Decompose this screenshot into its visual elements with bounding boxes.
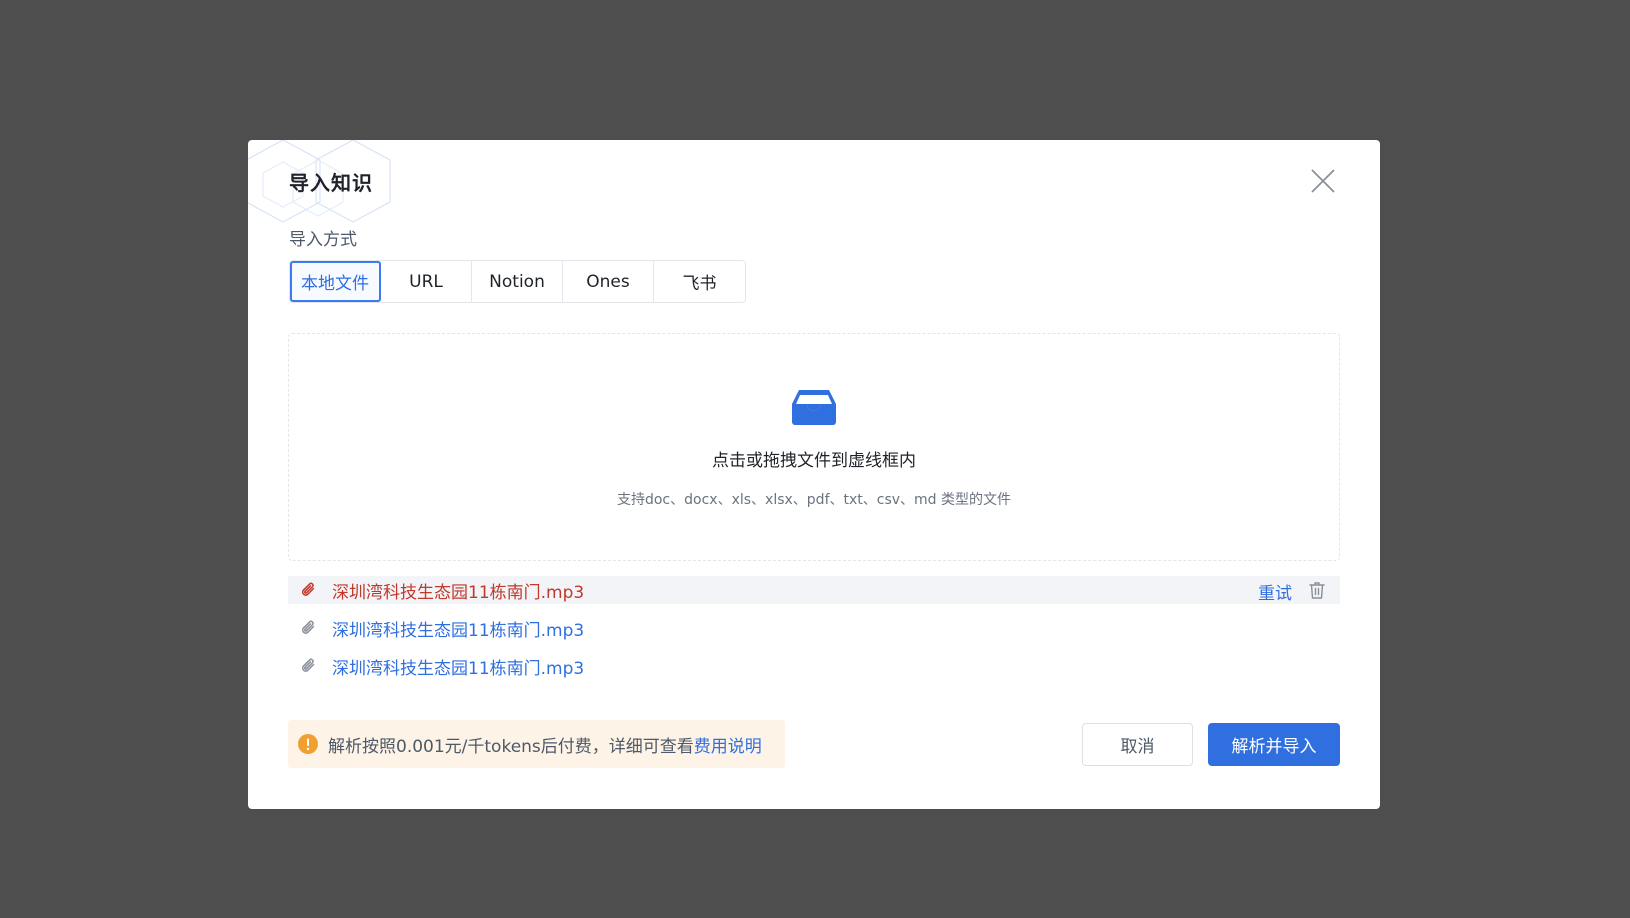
dialog-title: 导入知识	[289, 171, 373, 195]
import-method-label: 导入方式	[289, 230, 357, 250]
paperclip-icon	[301, 620, 315, 634]
dropzone-supported-types: 支持doc、docx、xls、xlsx、pdf、txt、csv、md 类型的文件	[616, 492, 1012, 508]
file-name[interactable]: 深圳湾科技生态园11栋南门.mp3	[332, 616, 584, 641]
tab-ones[interactable]: Ones	[563, 261, 654, 302]
retry-button[interactable]: 重试	[1258, 579, 1292, 604]
tab-feishu[interactable]: 飞书	[654, 261, 745, 302]
cancel-button[interactable]: 取消	[1082, 723, 1193, 766]
pricing-link[interactable]: 费用说明	[694, 732, 762, 757]
import-knowledge-dialog: 导入知识 导入方式 本地文件 URL Notion Ones 飞书 点击或拖拽文…	[248, 140, 1380, 809]
file-item-failed: 深圳湾科技生态园11栋南门.mp3 重试	[288, 576, 1340, 604]
pricing-notice: 解析按照0.001元/千tokens后付费，详细可查看 费用说明	[288, 720, 785, 768]
dropzone-title: 点击或拖拽文件到虚线框内	[712, 451, 916, 471]
paperclip-icon	[301, 658, 315, 672]
tab-local-file[interactable]: 本地文件	[290, 261, 381, 302]
inbox-icon	[792, 390, 836, 425]
import-method-tabs: 本地文件 URL Notion Ones 飞书	[289, 260, 746, 303]
file-name[interactable]: 深圳湾科技生态园11栋南门.mp3	[332, 578, 584, 603]
paperclip-icon	[301, 582, 315, 596]
tab-notion[interactable]: Notion	[472, 261, 563, 302]
file-item: 深圳湾科技生态园11栋南门.mp3	[288, 614, 1340, 642]
file-dropzone[interactable]: 点击或拖拽文件到虚线框内 支持doc、docx、xls、xlsx、pdf、txt…	[288, 333, 1340, 561]
file-item: 深圳湾科技生态园11栋南门.mp3	[288, 652, 1340, 680]
notice-text: 解析按照0.001元/千tokens后付费，详细可查看	[328, 736, 694, 757]
file-name[interactable]: 深圳湾科技生态园11栋南门.mp3	[332, 654, 584, 679]
warning-icon	[298, 734, 318, 754]
parse-import-button[interactable]: 解析并导入	[1208, 723, 1340, 766]
tab-url[interactable]: URL	[381, 261, 472, 302]
trash-icon[interactable]	[1307, 580, 1327, 600]
close-icon[interactable]	[1310, 168, 1336, 194]
